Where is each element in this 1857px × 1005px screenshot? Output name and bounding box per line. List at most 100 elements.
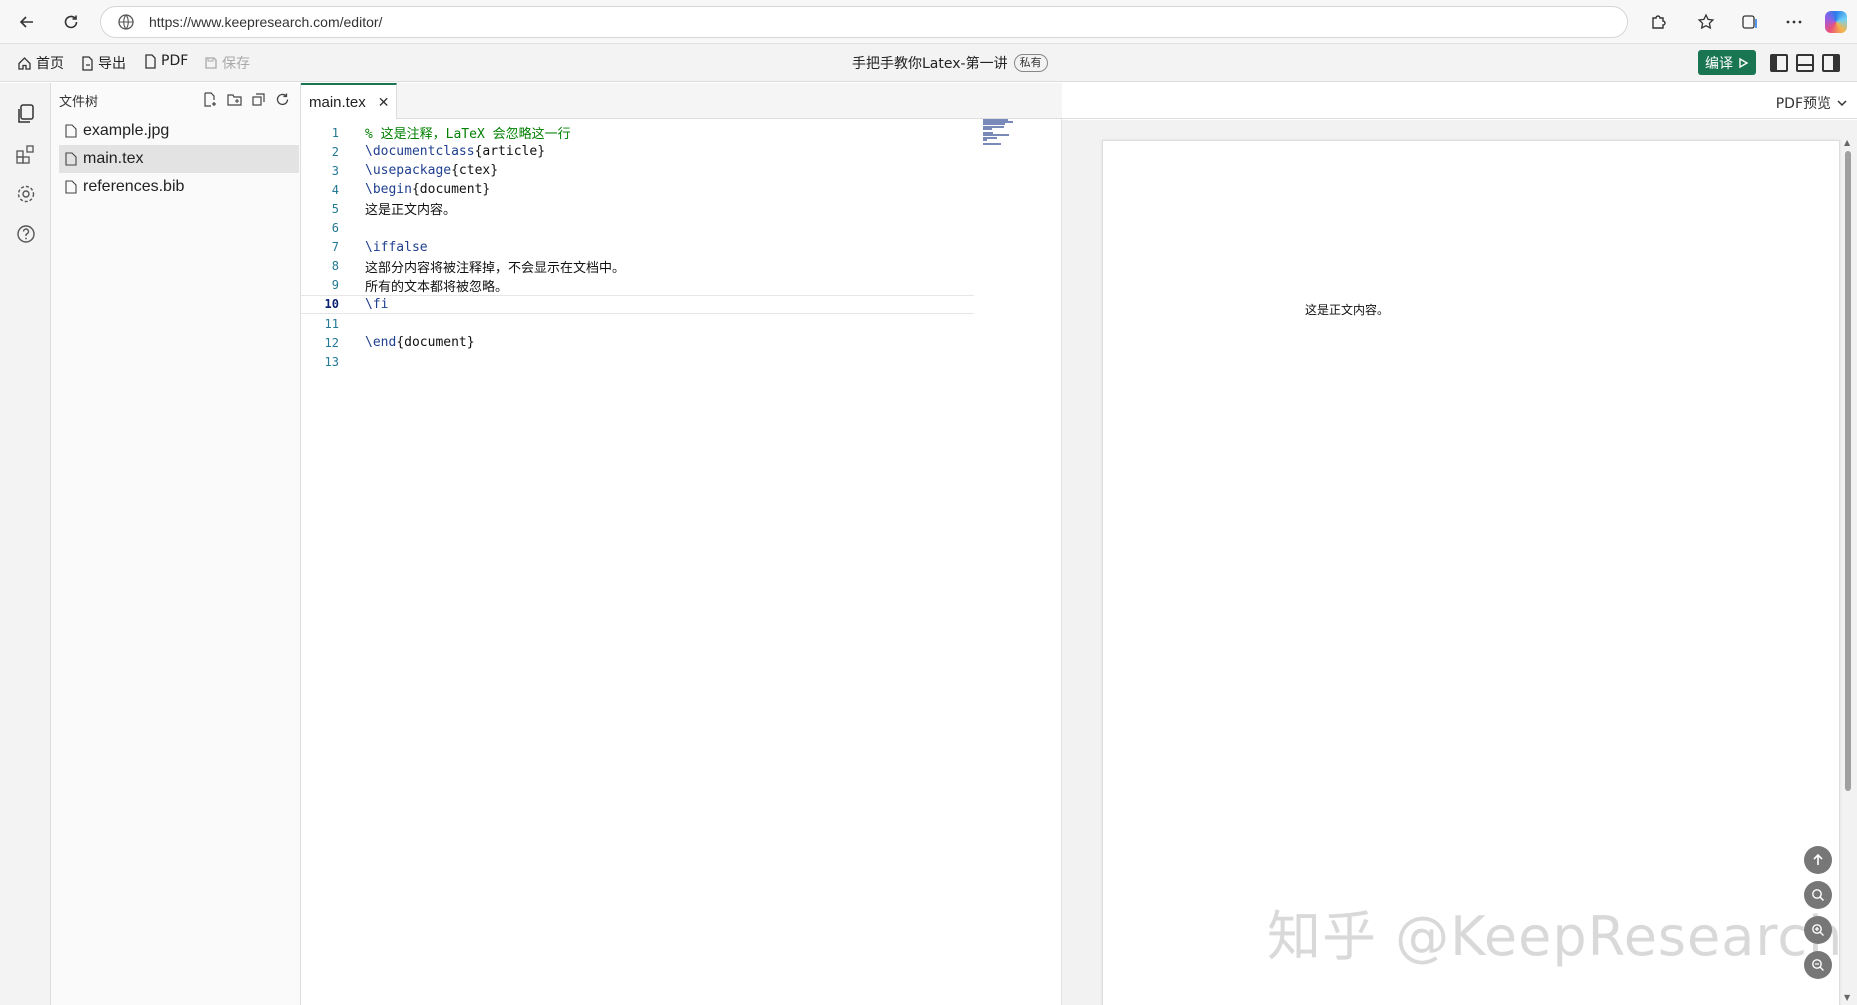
scroll-top-button[interactable] [1804,846,1832,874]
code-line[interactable]: 8 这部分内容将被注释掉，不会显示在文档中。 [301,257,974,276]
copilot-icon [1825,11,1847,33]
blocks-icon [16,145,34,164]
file-item-example-jpg[interactable]: example.jpg [59,117,299,145]
play-icon [1739,57,1749,68]
pdf-label: PDF [161,53,189,69]
new-folder-button[interactable] [226,91,242,107]
refresh-icon [64,15,78,29]
activity-extensions[interactable] [13,141,39,167]
home-label: 首页 [36,56,64,72]
puzzle-icon [1652,15,1666,29]
file-name: references.bib [83,178,185,195]
scroll-down-arrow-icon[interactable]: ▼ [1844,993,1850,1002]
address-bar[interactable]: https://www.keepresearch.com/editor/ [100,6,1628,38]
code-text: \end{document} [365,335,475,351]
activity-help[interactable] [13,221,39,247]
scroll-up-arrow-icon[interactable]: ▲ [1844,138,1850,147]
pdf-button[interactable]: PDF [144,53,188,69]
layout-split-icon [1798,64,1812,66]
more-button[interactable] [1780,8,1808,36]
code-line[interactable]: 10 \fi [301,294,974,314]
collapse-all-button[interactable] [250,91,266,107]
home-button[interactable]: 首页 [17,53,64,73]
pdf-viewer[interactable]: 这是正文内容。 ▲ ▼ 知乎 @KeepResearch [1062,120,1857,1005]
code-text: % 这是注释，LaTeX 会忽略这一行 [365,127,571,142]
code-line[interactable]: 1 % 这是注释，LaTeX 会忽略这一行 [301,123,974,143]
tab-close-icon[interactable]: ✕ [378,94,390,111]
code-line[interactable]: 7 \iffalse [301,238,974,257]
zoom-fit-button[interactable] [1804,881,1832,909]
zoom-out-button[interactable] [1804,951,1832,979]
layout-right-icon [1833,56,1838,70]
activity-bar [0,83,51,1005]
pdf-preview-dropdown[interactable]: PDF预览 [1776,93,1847,113]
activity-files[interactable] [13,101,39,127]
save-icon [205,57,217,69]
favorites-button[interactable] [1692,8,1720,36]
pdf-preview-label: PDF预览 [1775,96,1831,112]
layout-right-button[interactable] [1822,54,1840,72]
line-number: 5 [331,201,339,216]
file-item-main-tex[interactable]: main.tex [59,145,299,173]
home-icon [18,56,31,70]
line-number: 12 [324,335,339,350]
zoom-icon [1812,889,1825,902]
code-text: 这是正文内容。 [365,203,457,219]
code-area[interactable]: 1 % 这是注释，LaTeX 会忽略这一行 2 \documentclass{arti… [301,119,1062,1005]
compile-button[interactable]: 编译 [1698,50,1756,75]
code-editor: main.tex ✕ 1 % 这是注释，LaTeX 会忽略这一行 2 \documen… [301,83,1062,1005]
layout-split-button[interactable] [1796,54,1814,72]
layout-left-button[interactable] [1770,54,1788,72]
code-line[interactable]: 12 \end{document} [301,333,974,352]
code-text: \begin{document} [365,182,491,198]
collapse-icon [251,92,265,106]
code-line[interactable]: 11 [301,314,974,333]
browser-toolbar: https://www.keepresearch.com/editor/ [0,0,1857,44]
line-number: 6 [331,221,339,235]
file-tree-tools [202,91,290,107]
zoom-out-icon [1812,959,1824,971]
zoom-in-button[interactable] [1804,916,1832,944]
minimap[interactable] [983,119,1029,149]
line-number: 8 [331,259,339,274]
pdf-scrollbar-thumb[interactable] [1845,151,1851,791]
code-line[interactable]: 2 \documentclass{article} [301,142,974,161]
privacy-badge[interactable]: 私有 [1013,54,1048,72]
copilot-button[interactable] [1822,8,1850,36]
globe-icon [118,14,134,30]
document-title: 手把手教你Latex-第一讲 [852,56,1008,72]
collections-button[interactable] [1736,8,1764,36]
extensions-button[interactable] [1644,8,1672,36]
code-line[interactable]: 3 \usepackage{ctex} [301,161,974,180]
pdf-preview-panel: PDF预览 这是正文内容。 ▲ ▼ 知乎 @KeepResearch [1062,83,1857,1005]
back-button[interactable] [13,8,41,36]
code-text: \usepackage{ctex} [365,163,499,179]
pdf-body-text: 这是正文内容。 [1305,303,1390,317]
minimap-line [983,127,993,130]
save-button[interactable]: 保存 [204,53,250,73]
activity-settings[interactable] [13,181,39,207]
line-number: 10 [324,297,339,312]
code-line[interactable]: 9 所有的文本都将被忽略。 [301,276,974,295]
arrow-left-icon [19,16,33,28]
refresh-button[interactable] [57,8,85,36]
file-item-references-bib[interactable]: references.bib [59,173,299,201]
collections-icon [1742,15,1757,29]
tab-label: main.tex [309,93,366,111]
export-button[interactable]: 导出 [81,53,126,73]
pdf-file-icon [145,53,156,69]
code-line[interactable]: 4 \begin{document} [301,180,974,199]
line-number: 2 [331,144,339,159]
line-number: 11 [324,316,339,331]
tab-main-tex[interactable]: main.tex ✕ [301,83,397,119]
refresh-icon [276,93,288,105]
minimap-line [983,143,1002,146]
code-line[interactable]: 6 [301,219,974,238]
new-file-button[interactable] [202,91,218,107]
code-line[interactable]: 5 这是正文内容。 [301,199,974,219]
code-line[interactable]: 13 [301,352,974,371]
refresh-tree-button[interactable] [274,91,290,107]
url-text: https://www.keepresearch.com/editor/ [149,14,383,30]
pdf-scrollbar[interactable]: ▲ ▼ [1842,138,1854,1002]
code-text: \documentclass{article} [365,144,546,160]
